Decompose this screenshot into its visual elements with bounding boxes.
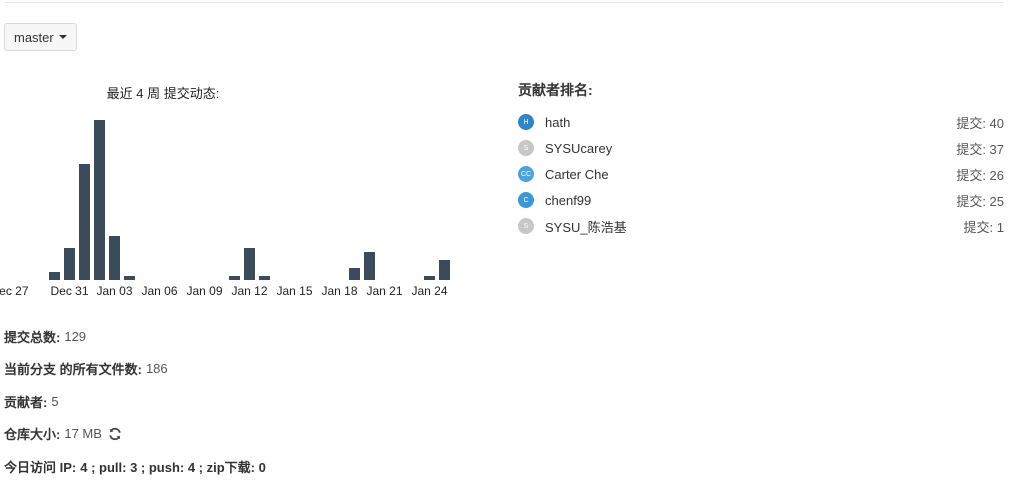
chart-bar-jan-19 (349, 268, 360, 280)
stat-label: 贡献者: (4, 394, 48, 410)
contributors-list: H hath 提交: 40 S SYSUcarey 提交: 37 CC Cart… (518, 109, 1004, 239)
stat-total-commits: 提交总数: 129 (4, 320, 266, 353)
caret-down-icon (58, 35, 67, 39)
chart-bar-jan-20 (364, 252, 375, 280)
avatar[interactable]: H (518, 114, 534, 130)
stat-label: 提交总数: (4, 329, 61, 345)
x-tick-label: Jan 09 (186, 284, 222, 298)
chart-bar-jan-02 (94, 120, 105, 280)
contributor-row: H hath 提交: 40 (518, 109, 1004, 135)
avatar[interactable]: S (518, 140, 534, 156)
x-tick-label: Jan 12 (231, 284, 267, 298)
stat-value: 129 (64, 328, 87, 344)
contributor-row: S SYSUcarey 提交: 37 (518, 135, 1004, 161)
repo-stats: 提交总数: 129 当前分支 的所有文件数: 186 贡献者: 5 仓库大小: … (4, 320, 266, 483)
stat-repo-size: 仓库大小: 17 MB (4, 418, 266, 451)
contributor-name-link[interactable]: SYSUcarey (545, 141, 956, 156)
contributor-row: CC Carter Che 提交: 26 (518, 161, 1004, 187)
x-tick-label: Jan 15 (276, 284, 312, 298)
avatar[interactable]: S (518, 218, 534, 234)
stat-visits: 今日访问 IP: 4 ; pull: 3 ; push: 4 ; zip下载: … (4, 450, 266, 483)
chart-bar-jan-13 (259, 276, 270, 280)
avatar[interactable]: CC (518, 166, 534, 182)
stat-label: 今日访问 IP: (4, 459, 77, 475)
stat-files: 当前分支 的所有文件数: 186 (4, 353, 266, 386)
contributors-title: 贡献者排名: (518, 82, 593, 98)
contributor-row: S SYSU_陈浩基 提交: 1 (518, 213, 1004, 239)
stat-label: 仓库大小: (4, 427, 61, 443)
stat-contributors: 贡献者: 5 (4, 385, 266, 418)
stat-value: 17 MB (64, 426, 102, 442)
chart-bar-jan-24 (424, 276, 435, 280)
chart-bar-jan-11 (229, 276, 240, 280)
contributor-commit-count: 提交: 26 (956, 167, 1004, 183)
chart-bar-jan-03 (109, 236, 120, 280)
stat-value: 4 ; pull: 3 ; push: 4 ; zip下载: 0 (80, 459, 266, 475)
refresh-icon[interactable] (108, 427, 122, 441)
chart-bar-jan-01 (79, 164, 90, 280)
stat-label: 当前分支 的所有文件数: (4, 362, 142, 378)
top-divider (4, 2, 1004, 3)
branch-label: master (14, 29, 54, 45)
chart-bar-jan-12 (244, 248, 255, 280)
branch-dropdown[interactable]: master (4, 23, 77, 51)
chart-bar-jan-04 (124, 276, 135, 280)
contributor-commit-count: 提交: 25 (956, 193, 1004, 209)
contributor-commit-count: 提交: 1 (963, 219, 1004, 235)
commit-activity-chart: Dec 27 Dec 31 Jan 03 Jan 06 Jan 09 Jan 12 Jan … (0, 120, 450, 298)
x-tick-label: Dec 31 (50, 284, 88, 298)
stat-value: 186 (145, 361, 168, 377)
x-tick-label: Jan 06 (141, 284, 177, 298)
contributor-name-link[interactable]: chenf99 (545, 193, 956, 208)
chart-bar-jan-25 (439, 260, 450, 280)
x-tick-label: Jan 03 (96, 284, 132, 298)
contributor-row: C chenf99 提交: 25 (518, 187, 1004, 213)
x-tick-label: Jan 18 (321, 284, 357, 298)
x-tick-label: Jan 21 (366, 284, 402, 298)
contributor-commit-count: 提交: 40 (956, 115, 1004, 131)
avatar[interactable]: C (518, 192, 534, 208)
stat-value: 5 (51, 393, 59, 409)
chart-bar-dec-31 (64, 248, 75, 280)
contributor-commit-count: 提交: 37 (956, 141, 1004, 157)
x-tick-label: Jan 24 (411, 284, 447, 298)
chart-bar-dec-30 (49, 272, 60, 280)
contributor-name-link[interactable]: Carter Che (545, 167, 956, 182)
contributor-name-link[interactable]: hath (545, 115, 956, 130)
chart-title: 最近 4 周 提交动态: (106, 86, 220, 101)
contributor-name-link[interactable]: SYSU_陈浩基 (545, 217, 964, 236)
x-tick-label: Dec 27 (0, 284, 29, 298)
